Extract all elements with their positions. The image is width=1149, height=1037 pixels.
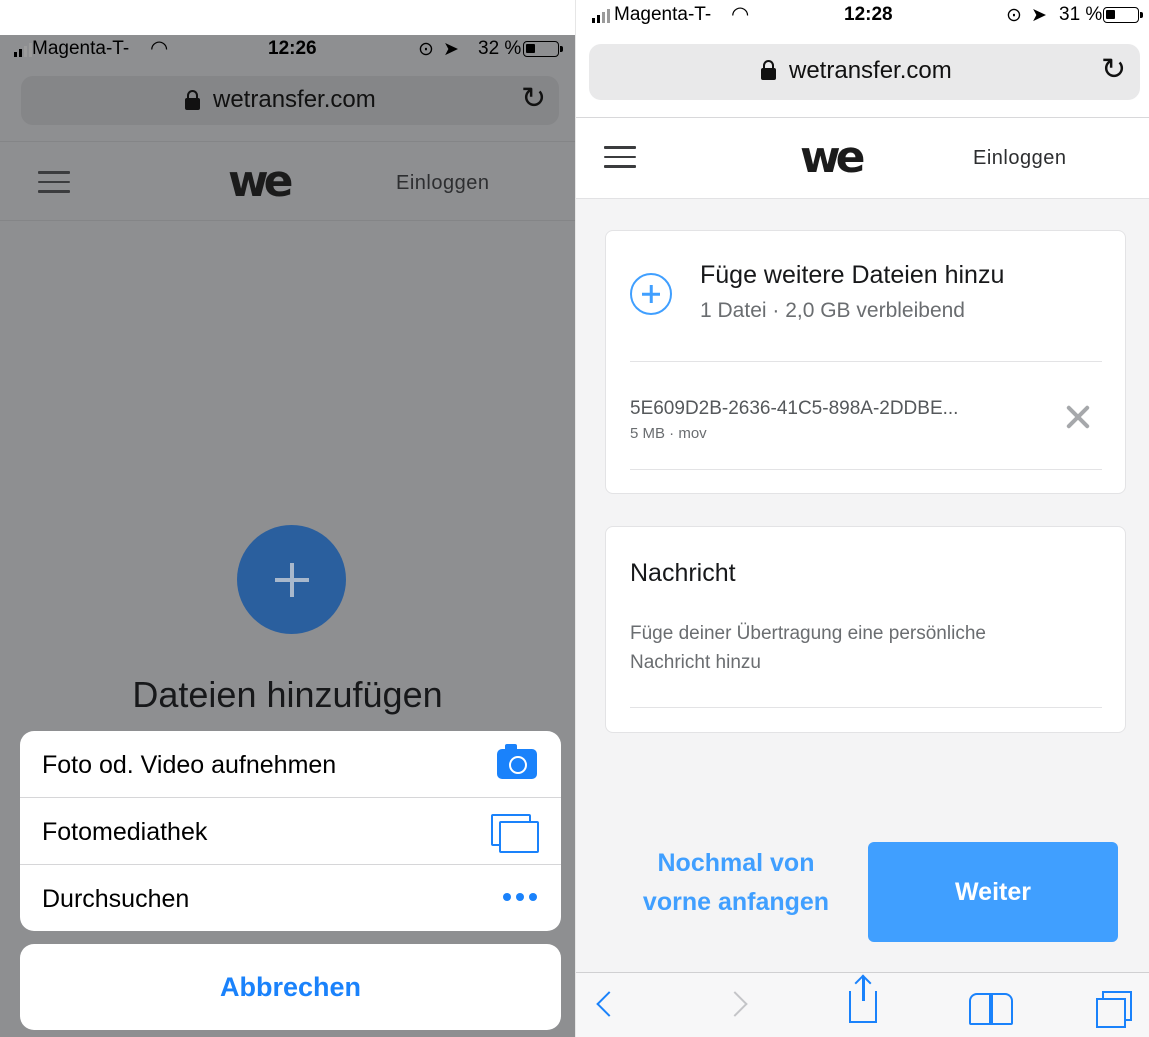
camera-icon — [497, 744, 537, 779]
right-screen: Magenta-T- ◠ 12:28 ⊙ ➤ 31 % wetransfer.c… — [575, 0, 1149, 1037]
add-more-files-icon[interactable] — [630, 273, 672, 315]
divider — [576, 117, 1149, 118]
action-browse[interactable]: Durchsuchen — [20, 865, 561, 931]
message-underline — [630, 707, 1102, 708]
file-name: 5E609D2B-2636-41C5-898A-2DDBE... — [630, 398, 959, 419]
battery-percent: 32 % — [478, 38, 522, 59]
signal-icon — [14, 43, 32, 57]
add-files-button[interactable] — [237, 525, 346, 634]
carrier-name: Magenta-T- — [32, 38, 130, 59]
battery-percent: 31 % — [1059, 4, 1103, 25]
back-icon[interactable] — [596, 991, 622, 1017]
menu-icon[interactable] — [604, 146, 636, 168]
photo-library-icon — [491, 814, 539, 853]
remove-file-icon[interactable] — [1064, 403, 1092, 431]
site-header: we Einloggen — [0, 141, 575, 221]
login-link[interactable]: Einloggen — [973, 147, 1066, 170]
add-files-title: Dateien hinzufügen — [132, 674, 443, 715]
action-label: Fotomediathek — [42, 818, 208, 846]
battery-icon — [523, 41, 563, 57]
add-more-files-title[interactable]: Füge weitere Dateien hinzu — [700, 261, 1004, 290]
address-bar[interactable]: wetransfer.com ↻ — [21, 76, 559, 125]
login-link[interactable]: Einloggen — [396, 172, 489, 195]
restart-button[interactable]: Nochmal von vorne anfangen — [636, 844, 836, 946]
address-bar-area: wetransfer.com ↻ — [0, 63, 575, 141]
wetransfer-logo[interactable]: we — [228, 160, 293, 204]
files-remaining: 1 Datei · 2,0 GB verbleibend — [700, 299, 965, 322]
more-dots-icon — [503, 883, 537, 901]
clock: 12:26 — [268, 38, 317, 59]
action-photo-library[interactable]: Fotomediathek — [20, 798, 561, 865]
address-bar[interactable]: wetransfer.com ↻ — [589, 44, 1140, 100]
divider — [630, 361, 1102, 362]
url-text: wetransfer.com — [789, 57, 952, 84]
action-label: Foto od. Video aufnehmen — [42, 751, 337, 779]
message-input[interactable]: Füge deiner Übertragung eine persönliche… — [630, 619, 1070, 677]
browser-toolbar — [576, 972, 1149, 1037]
left-screen: Magenta-T- ◠ 12:26 ⊙ ➤ 32 % wetransfer.c… — [0, 0, 575, 1037]
reload-icon[interactable]: ↻ — [1101, 55, 1126, 85]
location-icon: ➤ — [443, 39, 459, 60]
reload-icon[interactable]: ↻ — [521, 84, 546, 114]
battery-icon — [1103, 7, 1143, 23]
action-sheet: Foto od. Video aufnehmen Fotomediathek D… — [20, 731, 561, 931]
signal-icon — [592, 9, 610, 23]
action-take-photo[interactable]: Foto od. Video aufnehmen — [20, 731, 561, 798]
share-icon[interactable] — [849, 977, 877, 1023]
file-meta: 5 MB · mov — [630, 425, 707, 442]
clock: 12:28 — [844, 4, 893, 25]
url-text: wetransfer.com — [213, 86, 376, 113]
wifi-icon: ◠ — [150, 37, 169, 60]
next-button[interactable]: Weiter — [868, 842, 1118, 942]
forward-icon[interactable] — [722, 991, 748, 1017]
carrier-name: Magenta-T- — [614, 4, 712, 25]
lock-icon — [185, 90, 200, 110]
status-bar: Magenta-T- ◠ 12:26 ⊙ ➤ 32 % — [0, 35, 575, 63]
menu-icon[interactable] — [38, 171, 70, 193]
wetransfer-logo[interactable]: we — [800, 136, 865, 180]
divider — [630, 469, 1102, 470]
cancel-button[interactable]: Abbrechen — [20, 944, 561, 1030]
bookmarks-icon[interactable] — [969, 993, 1013, 1025]
location-icon: ➤ — [1031, 5, 1047, 26]
action-label: Durchsuchen — [42, 885, 190, 913]
message-card: Nachricht Füge deiner Übertragung eine p… — [605, 526, 1126, 733]
orientation-lock-icon: ⊙ — [1006, 5, 1022, 26]
wifi-icon: ◠ — [731, 3, 750, 26]
lock-icon — [761, 60, 776, 80]
message-title: Nachricht — [630, 559, 736, 587]
files-card: Füge weitere Dateien hinzu 1 Datei · 2,0… — [605, 230, 1126, 494]
tabs-icon[interactable] — [1096, 991, 1132, 1028]
orientation-lock-icon: ⊙ — [418, 39, 434, 60]
